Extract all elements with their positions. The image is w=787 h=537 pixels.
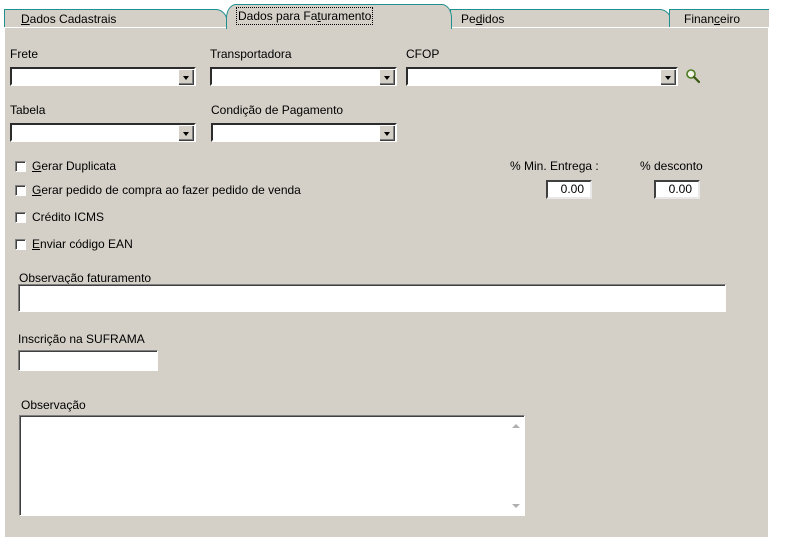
tab-strip: Dados Cadastrais Pedidos Financeiro Dado…: [0, 0, 787, 30]
enviar-ean-label[interactable]: Enviar código EAN: [32, 237, 133, 251]
scroll-up-icon[interactable]: [512, 424, 520, 428]
chevron-down-icon[interactable]: [379, 69, 395, 85]
observacao-textarea[interactable]: [19, 415, 525, 516]
tab-label: Dados para Fa: [238, 9, 318, 23]
chevron-down-icon[interactable]: [178, 125, 194, 141]
transportadora-label: Transportadora: [210, 47, 292, 61]
tabela-label: Tabela: [10, 103, 46, 117]
desconto-input[interactable]: 0.00: [654, 180, 700, 199]
tab-financeiro[interactable]: Financeiro: [669, 9, 769, 27]
cfop-combo[interactable]: [406, 67, 678, 86]
tabela-combo[interactable]: [10, 123, 196, 142]
tab-label: Pe: [461, 12, 476, 26]
transportadora-combo[interactable]: [210, 67, 397, 86]
enviar-ean-checkbox[interactable]: [15, 239, 26, 250]
frete-combo[interactable]: [10, 67, 196, 86]
desconto-label: % desconto: [640, 159, 703, 173]
scroll-down-icon[interactable]: [512, 504, 520, 508]
tab-dados-cadastrais[interactable]: Dados Cadastrais: [4, 9, 228, 27]
tab-label: uramento: [320, 9, 372, 23]
tab-pedidos[interactable]: Pedidos: [450, 9, 672, 27]
gerar-duplicata-checkbox[interactable]: [15, 161, 26, 172]
min-entrega-input[interactable]: 0.00: [546, 180, 592, 199]
min-entrega-label: % Min. Entrega :: [510, 159, 599, 173]
gerar-pedido-compra-label[interactable]: Gerar pedido de compra ao fazer pedido d…: [32, 183, 301, 197]
observacao-scrollbar[interactable]: [509, 417, 523, 514]
tab-label: idos: [482, 12, 505, 26]
credito-icms-label[interactable]: Crédito ICMS: [32, 210, 104, 224]
condicao-label: Condição de Pagamento: [211, 103, 344, 117]
obs-faturamento-field[interactable]: [18, 284, 726, 312]
gerar-pedido-compra-checkbox[interactable]: [15, 185, 26, 196]
chevron-down-icon[interactable]: [379, 125, 395, 141]
tab-label: eiro: [720, 12, 741, 26]
tab-label: Finan: [684, 12, 715, 26]
condicao-combo[interactable]: [211, 123, 397, 142]
tab-dados-faturamento[interactable]: Dados para Faturamento: [226, 4, 452, 29]
suframa-field[interactable]: [18, 350, 158, 371]
cfop-label: CFOP: [406, 47, 440, 61]
tab-label-mnemonic: D: [21, 12, 30, 26]
tab-label: ados Cadastrais: [29, 12, 117, 26]
chevron-down-icon[interactable]: [178, 69, 194, 85]
search-icon[interactable]: [685, 68, 701, 84]
obs-faturamento-label: Observação faturamento: [19, 271, 152, 285]
credito-icms-checkbox[interactable]: [15, 212, 26, 223]
observacao-label: Observação: [21, 398, 86, 412]
chevron-down-icon[interactable]: [660, 69, 676, 85]
frete-label: Frete: [10, 47, 39, 61]
suframa-label: Inscrição na SUFRAMA: [18, 332, 145, 346]
gerar-duplicata-label[interactable]: Gerar Duplicata: [32, 159, 116, 173]
